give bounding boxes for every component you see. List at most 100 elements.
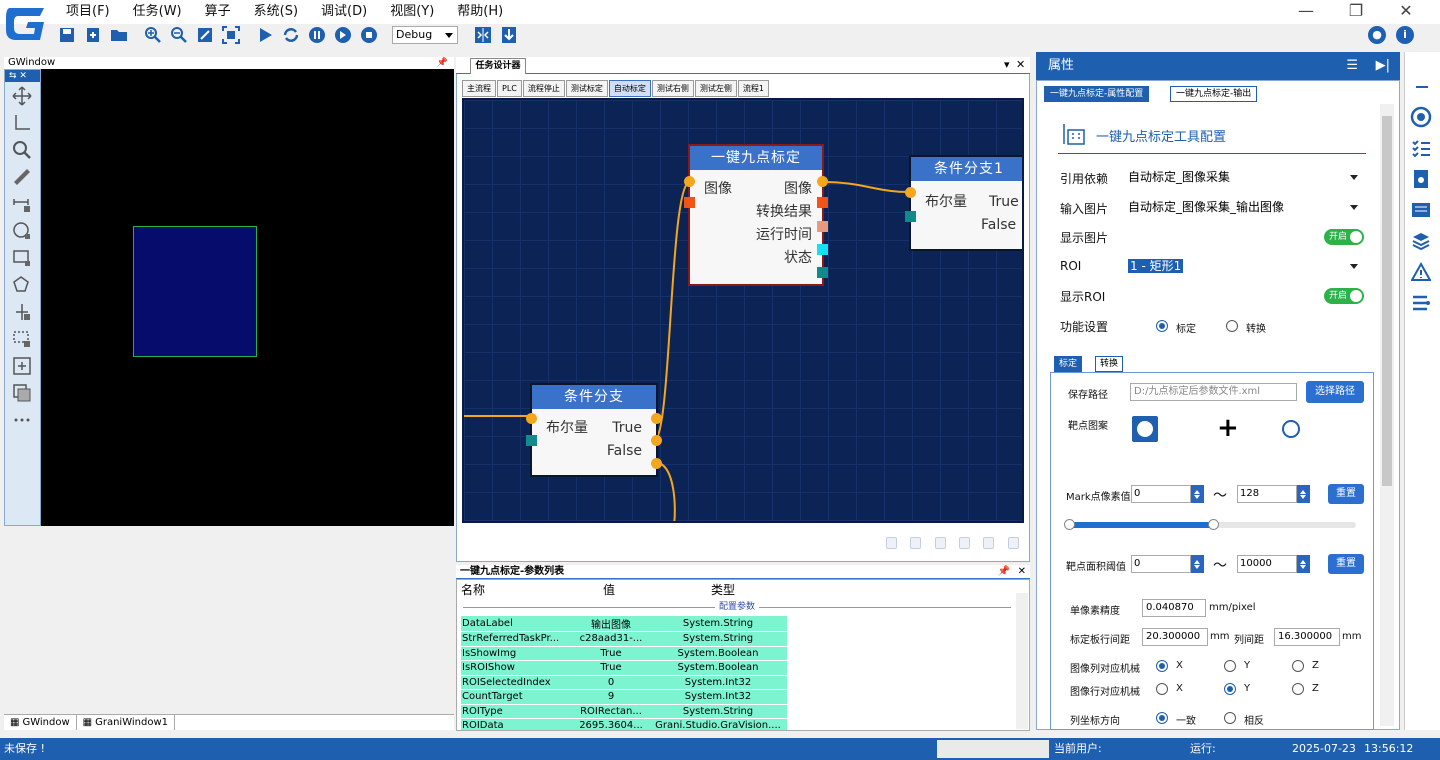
split-view-icon[interactable] [472, 24, 494, 46]
open-folder-icon[interactable] [108, 24, 130, 46]
menu-task[interactable]: 任务(W) [133, 2, 182, 22]
tab-plc[interactable]: PLC [497, 80, 522, 97]
settings-doc-icon[interactable] [1410, 168, 1432, 190]
add-layer-icon[interactable] [9, 353, 35, 379]
step-icon[interactable] [332, 24, 354, 46]
table-row[interactable]: ROIData 2695.3604... Grani.Studio.GraVisio… [461, 718, 787, 730]
col-type[interactable]: 类型 [711, 580, 735, 600]
ruler-icon[interactable] [9, 164, 35, 190]
menu-view[interactable]: 视图(Y) [390, 2, 434, 22]
table-row[interactable]: ROIType ROIRectan... System.String [461, 704, 787, 719]
img-col-z-radio[interactable] [1292, 660, 1304, 672]
pin-icon[interactable]: 📌 [437, 57, 448, 69]
props-scrollbar[interactable] [1380, 104, 1394, 726]
target-icon[interactable] [1410, 106, 1432, 128]
download-icon[interactable] [498, 24, 520, 46]
port-in-image[interactable] [684, 197, 695, 208]
tab-test-left[interactable]: 测试左侧 [694, 80, 737, 97]
table-row[interactable]: DataLabel 输出图像 System.String [461, 616, 787, 632]
col-name[interactable]: 名称 [461, 580, 485, 600]
delete-node-icon[interactable] [983, 537, 994, 549]
port-flow-in[interactable] [526, 413, 537, 424]
table-row[interactable]: CountTarget 9 System.Int32 [461, 689, 787, 705]
tab-graniwindow1[interactable]: ▦ GraniWindow1 [77, 715, 175, 730]
port-out-true[interactable] [651, 435, 662, 446]
mark-range-min-handle[interactable] [1064, 519, 1075, 530]
area-min-spinner[interactable] [1191, 555, 1204, 573]
tab-flow-stop[interactable]: 流程停止 [522, 80, 565, 97]
tab-task-designer[interactable]: 任务设计器 [470, 58, 526, 74]
paste-node-icon[interactable] [959, 537, 970, 549]
table-row[interactable]: IsShowImg True System.Boolean [461, 646, 787, 661]
tab-props-output[interactable]: 一键九点标定-输出 [1170, 86, 1258, 102]
target-solid-circle-option[interactable] [1132, 416, 1158, 442]
port-flow-out[interactable] [651, 413, 662, 424]
props-scroll-thumb[interactable] [1382, 116, 1392, 486]
align-center-icon[interactable] [910, 537, 921, 549]
menu-debug[interactable]: 调试(D) [321, 2, 367, 22]
choose-path-button[interactable]: 选择路径 [1306, 381, 1364, 403]
show-img-toggle[interactable]: 开启 [1324, 229, 1364, 245]
mark-min-input[interactable]: 0 [1131, 485, 1191, 503]
panel-icon[interactable] [1410, 199, 1432, 221]
node-branch1[interactable]: 条件分支1 布尔量 True False [905, 155, 1022, 251]
ref-select[interactable]: 自动标定_图像采集 [1124, 167, 1364, 187]
tab-test-right[interactable]: 测试右侧 [651, 80, 694, 97]
close-designer-icon[interactable]: ✕ [1016, 58, 1025, 71]
zoom-icon[interactable] [9, 137, 35, 163]
node-nine-point-calib[interactable]: 一键九点标定 图像 图像 转换结果 运行时间 状态 [684, 144, 828, 286]
radio-convert[interactable] [1226, 320, 1238, 332]
mark-reset-button[interactable]: 重置 [1328, 484, 1364, 504]
close-window-button[interactable]: ✕ [1396, 2, 1416, 20]
table-row[interactable]: ROISelectedIndex 0 System.Int32 [461, 675, 787, 690]
info-icon[interactable]: i [1396, 26, 1414, 44]
user-icon[interactable]: ● [1368, 26, 1386, 44]
pin-icon[interactable]: 📌 [998, 565, 1010, 579]
more-icon[interactable] [9, 407, 35, 433]
img-row-x-radio[interactable] [1156, 683, 1168, 695]
subtab-calib[interactable]: 标定 [1054, 356, 1083, 372]
dropdown-icon[interactable]: ▾ [1004, 58, 1010, 71]
polygon-roi-icon[interactable] [9, 272, 35, 298]
node-branch[interactable]: 条件分支 布尔量 True False [526, 383, 662, 477]
loop-run-icon[interactable] [280, 24, 302, 46]
menu-system[interactable]: 系统(S) [254, 2, 298, 22]
layers-icon[interactable] [1410, 230, 1432, 252]
port-in-bool[interactable] [905, 211, 916, 222]
show-roi-toggle[interactable]: 开启 [1324, 288, 1364, 304]
run-icon[interactable] [254, 24, 276, 46]
port-out-runtime[interactable] [817, 244, 828, 255]
tab-test-calib[interactable]: 测试标定 [565, 80, 608, 97]
tab-main-flow[interactable]: 主流程 [462, 80, 496, 97]
param-scrollbar[interactable] [1016, 593, 1028, 729]
fit-view-icon[interactable] [194, 24, 216, 46]
roi-rectangle[interactable] [133, 226, 257, 357]
dir-same-radio[interactable] [1156, 712, 1168, 724]
port-out-false[interactable] [651, 458, 662, 469]
measure-icon[interactable] [9, 191, 35, 217]
radio-calib[interactable] [1156, 320, 1168, 332]
img-row-z-radio[interactable] [1292, 683, 1304, 695]
new-file-icon[interactable] [82, 24, 104, 46]
toolbox-header[interactable]: ⇆ ✕ [5, 70, 40, 82]
mark-range-max-handle[interactable] [1208, 519, 1219, 530]
menu-help[interactable]: 帮助(H) [457, 2, 503, 22]
tab-auto-calib[interactable]: 自动标定 [608, 80, 651, 97]
port-out-status[interactable] [817, 267, 828, 278]
target-cross-option[interactable]: + [1217, 415, 1239, 441]
port-out-convert[interactable] [817, 221, 828, 232]
port-in-bool[interactable] [526, 435, 537, 446]
line-roi-icon[interactable] [9, 299, 35, 325]
tab-gwindow[interactable]: ▦ GWindow [4, 715, 77, 730]
area-max-spinner[interactable] [1297, 555, 1310, 573]
clear-icon[interactable] [1008, 537, 1019, 549]
rect-roi-icon[interactable] [9, 245, 35, 271]
mark-min-spinner[interactable] [1191, 485, 1204, 503]
copy-layer-icon[interactable] [9, 380, 35, 406]
table-row[interactable]: IsROIShow True System.Boolean [461, 660, 787, 676]
full-screen-icon[interactable] [220, 24, 242, 46]
port-flow-in[interactable] [905, 187, 916, 198]
zoom-out-icon[interactable] [168, 24, 190, 46]
img-row-y-radio[interactable] [1224, 683, 1236, 695]
restore-button[interactable]: ❐ [1346, 2, 1366, 20]
